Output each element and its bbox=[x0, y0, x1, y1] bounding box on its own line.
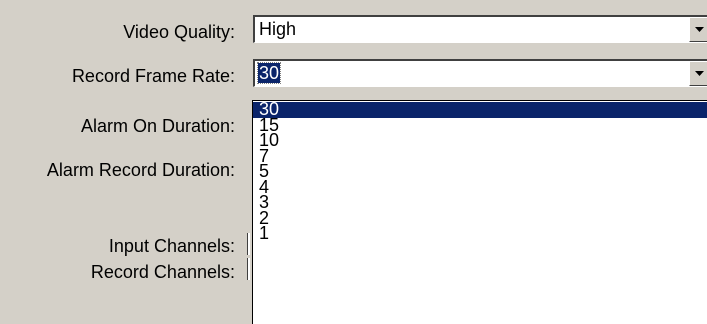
alarm-record-duration-label: Alarm Record Duration: bbox=[46, 160, 235, 180]
video-quality-value: High bbox=[259, 19, 297, 39]
frame-rate-option-30[interactable]: 30 bbox=[253, 101, 707, 118]
frame-rate-option-3[interactable]: 3 bbox=[253, 193, 707, 210]
frame-rate-option-4[interactable]: 4 bbox=[253, 178, 707, 195]
record-frame-rate-select[interactable]: 30 bbox=[253, 59, 707, 87]
frame-rate-option-2[interactable]: 2 bbox=[253, 209, 707, 226]
chevron-down-icon bbox=[695, 27, 704, 32]
record-channels-label: Record Channels: bbox=[90, 262, 235, 282]
frame-rate-option-5[interactable]: 5 bbox=[253, 162, 707, 179]
frame-rate-option-1[interactable]: 1 bbox=[253, 224, 707, 241]
frame-rate-option-10[interactable]: 10 bbox=[253, 131, 707, 148]
video-quality-label: Video Quality: bbox=[123, 22, 235, 42]
video-quality-select[interactable]: High bbox=[253, 15, 707, 43]
frame-rate-option-15[interactable]: 15 bbox=[253, 116, 707, 133]
frame-rate-option-7[interactable]: 7 bbox=[253, 147, 707, 164]
input-channels-label: Input Channels: bbox=[108, 236, 235, 256]
input-channels-field[interactable] bbox=[247, 233, 250, 255]
chevron-down-icon bbox=[695, 71, 704, 76]
record-frame-rate-value: 30 bbox=[256, 62, 282, 84]
record-frame-rate-label: Record Frame Rate: bbox=[71, 66, 235, 86]
record-frame-rate-dropdown-button[interactable] bbox=[689, 61, 707, 86]
record-channels-field[interactable] bbox=[247, 258, 250, 280]
video-quality-dropdown-button[interactable] bbox=[689, 17, 707, 42]
record-frame-rate-options-list[interactable]: 30 15 10 7 5 4 3 2 1 bbox=[252, 100, 707, 324]
alarm-on-duration-label: Alarm On Duration: bbox=[80, 116, 235, 136]
